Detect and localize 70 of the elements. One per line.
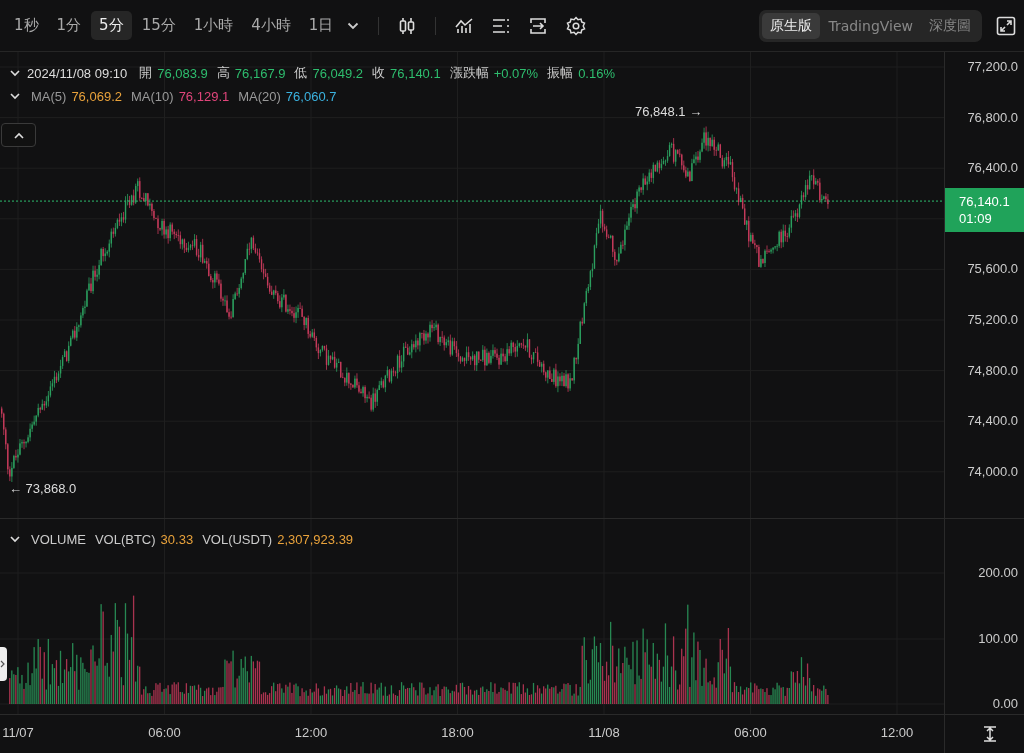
volume-axis-label: 100.00 (978, 630, 1018, 646)
list-icon[interactable] (492, 17, 511, 34)
interval-tab[interactable]: 1小時 (185, 11, 242, 40)
legend-label: 漲跌幅 (449, 64, 489, 82)
time-axis-label: 06:00 (734, 725, 767, 740)
legend-label: VOLUME (31, 532, 86, 547)
low-price-marker: ← 73,868.0 (9, 481, 77, 496)
chevron-down-icon[interactable] (347, 21, 360, 30)
price-axis-label: 74,400.0 (967, 413, 1018, 429)
interval-tab[interactable]: 1秒 (6, 11, 47, 40)
legend-label: VOL(BTC) (94, 532, 156, 547)
fullscreen-icon[interactable] (996, 15, 1016, 36)
auto-scale-icon[interactable] (982, 726, 997, 742)
legend-label: MA(20) (238, 89, 281, 104)
legend-value: 76,167.9 (234, 65, 286, 81)
time-axis-label: 11/08 (588, 725, 620, 740)
time-axis-label: 06:00 (148, 725, 181, 740)
price-axis-label: 74,000.0 (967, 463, 1018, 479)
interval-tab[interactable]: 1分 (48, 11, 90, 40)
chevron-down-icon[interactable] (10, 69, 20, 77)
view-tab[interactable]: 原生版 (762, 12, 821, 39)
legend-label: 開 (139, 64, 153, 82)
legend-label: 收 (372, 64, 386, 82)
view-tab[interactable]: TradingView (820, 12, 921, 39)
legend-value: 76,060.7 (285, 89, 337, 104)
price-axis-label: 76,800.0 (967, 109, 1018, 125)
price-axis-label: 75,600.0 (967, 261, 1018, 277)
high-price-marker: 76,848.1 → (635, 104, 703, 119)
legend-label: 高 (216, 64, 230, 82)
time-axis-label: 11/07 (2, 725, 34, 740)
view-tab[interactable]: 深度圖 (921, 12, 979, 39)
candle-time: 2024/11/08 09:10 (27, 65, 128, 81)
legend-label: MA(10) (131, 89, 174, 104)
interval-tab[interactable]: 1日 (300, 11, 342, 40)
legend-value: 2,307,923.39 (277, 532, 354, 547)
collapse-button[interactable] (1, 123, 36, 147)
legend-value: 76,069.2 (71, 89, 122, 104)
volume-axis-label: 200.00 (978, 565, 1018, 580)
legend-value: 76,049.2 (312, 65, 364, 81)
legend-label: 低 (294, 64, 308, 82)
swap-icon[interactable] (529, 16, 548, 35)
legend-label: VOL(USDT) (202, 532, 273, 547)
legend-value: 76,129.1 (178, 89, 230, 104)
interval-tab[interactable]: 5分 (91, 11, 132, 40)
chevron-up-icon (13, 131, 24, 139)
price-axis-label: 74,800.0 (967, 362, 1018, 378)
legend-value: 76,140.1 (390, 65, 441, 81)
volume-axis-label: 0.00 (992, 696, 1018, 711)
chevron-down-icon[interactable] (10, 536, 20, 543)
candle-countdown: 01:09 (959, 211, 993, 226)
chevron-right-icon (0, 660, 5, 668)
interval-tab[interactable]: 4小時 (243, 11, 299, 40)
last-price: 76,140.1 (959, 194, 1011, 209)
legend-value: 30.33 (160, 532, 194, 547)
legend-label: MA(5) (31, 89, 67, 104)
settings-icon[interactable] (566, 15, 587, 36)
time-axis-label: 18:00 (441, 725, 474, 740)
time-axis-label: 12:00 (294, 725, 328, 740)
legend-value: 76,083.9 (157, 65, 208, 81)
legend-value: 0.16% (578, 65, 615, 81)
chevron-down-icon[interactable] (10, 93, 20, 100)
price-axis-label: 76,400.0 (967, 160, 1018, 176)
legend-value: +0.07% (493, 65, 539, 81)
legend-label: 振幅 (547, 64, 574, 82)
price-axis-label: 77,200.0 (967, 59, 1018, 74)
indicator-icon[interactable] (455, 17, 474, 34)
interval-tab[interactable]: 15分 (133, 11, 184, 40)
candlestick-icon[interactable] (398, 16, 417, 35)
price-axis-label: 75,200.0 (967, 312, 1018, 327)
time-axis-label: 12:00 (880, 725, 914, 740)
